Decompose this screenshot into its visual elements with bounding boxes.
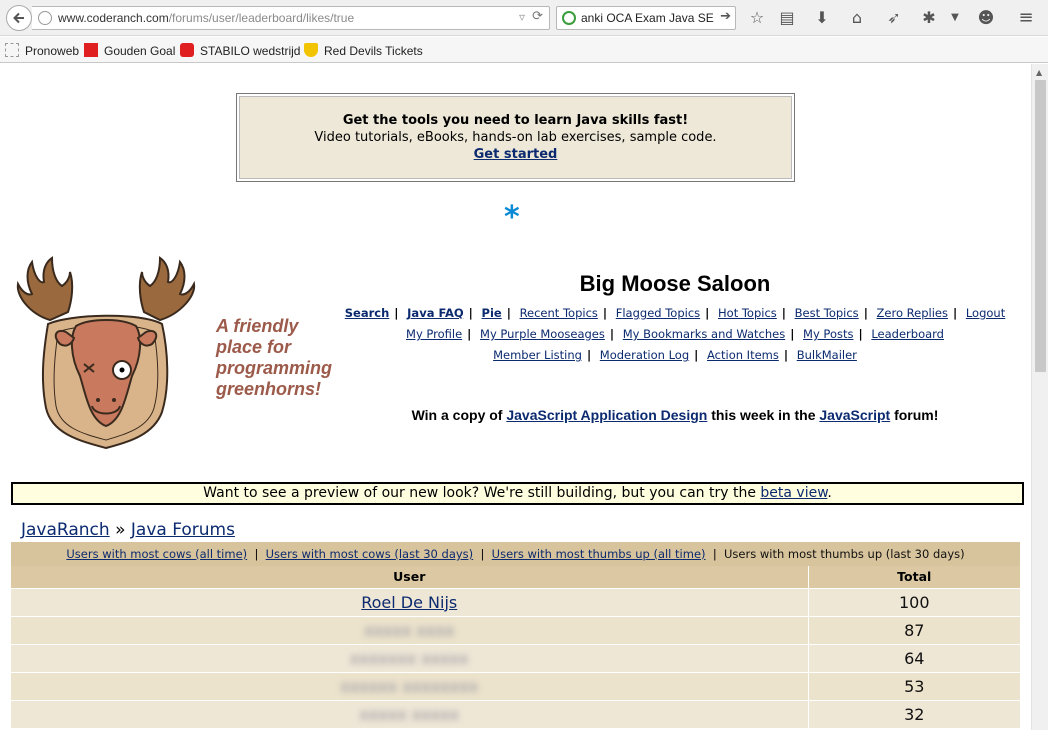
nav-java-faq[interactable]: Java FAQ <box>407 306 464 320</box>
site-tagline: A friendly place for programming greenho… <box>216 316 333 399</box>
nav-member-listing[interactable]: Member Listing <box>493 348 582 362</box>
hln-logo-icon <box>84 43 98 57</box>
nav-bulkmailer[interactable]: BulkMailer <box>797 348 857 362</box>
history-dropdown-icon[interactable]: ▿ <box>519 10 525 24</box>
back-arrow-icon <box>13 12 24 24</box>
url-bar[interactable]: www.coderanch.com/forums/user/leaderboar… <box>32 6 550 30</box>
reading-list-icon[interactable]: ▤ <box>776 7 798 29</box>
tab-most-cows-30-days[interactable]: Users with most cows (last 30 days) <box>266 547 474 561</box>
bookmark-star-icon[interactable]: ☆ <box>746 7 768 29</box>
scroll-up-icon[interactable]: ▲ <box>1036 68 1042 77</box>
user-link[interactable]: Roel De Nijs <box>361 593 457 612</box>
download-icon[interactable]: ⬇ <box>811 7 833 29</box>
breadcrumb: JavaRanch » Java Forums <box>21 520 235 540</box>
nav-moderation-log[interactable]: Moderation Log <box>600 348 689 362</box>
bookmarks-bar: Pronoweb Gouden Goal STABILO wedstrijd R… <box>0 37 1048 63</box>
beta-notice: Want to see a preview of our new look? W… <box>11 482 1024 505</box>
table-row: xxxxx xxxx 87 <box>11 615 1020 644</box>
site-title: Big Moose Saloon <box>579 271 771 296</box>
url-text: www.coderanch.com/forums/user/leaderboar… <box>58 11 355 25</box>
nav-row-1: Search | Java FAQ | Pie | Recent Topics | Fl… <box>344 306 1006 320</box>
search-engine-icon[interactable] <box>562 11 576 25</box>
breadcrumb-javaranch[interactable]: JavaRanch <box>21 520 110 540</box>
nav-recent-topics[interactable]: Recent Topics <box>520 306 598 320</box>
column-header-user: User <box>11 566 809 588</box>
browser-toolbar: www.coderanch.com/forums/user/leaderboar… <box>0 0 1048 36</box>
nav-my-purple-mooseages[interactable]: My Purple Mooseages <box>480 327 605 341</box>
nav-search[interactable]: Search <box>345 306 390 320</box>
reload-icon[interactable]: ⟳ <box>532 9 543 24</box>
leaderboard-table: User Total Roel De Nijs 100 xxxxx xxxx 8… <box>11 566 1020 728</box>
send-icon[interactable]: ➶ <box>883 7 905 29</box>
moose-logo[interactable] <box>10 236 203 461</box>
bookmark-red-devils[interactable]: Red Devils Tickets <box>304 43 423 58</box>
extension-icon[interactable]: ✱ <box>918 7 940 29</box>
leaderboard: Users with most cows (all time) | Users … <box>11 542 1020 728</box>
moose-head-icon <box>16 256 196 450</box>
nav-best-topics[interactable]: Best Topics <box>795 306 859 320</box>
nav-flagged-topics[interactable]: Flagged Topics <box>616 306 700 320</box>
total-value: 64 <box>808 643 1020 672</box>
nav-pie[interactable]: Pie <box>482 306 502 320</box>
nav-my-posts[interactable]: My Posts <box>803 327 853 341</box>
ad-headline: Get the tools you need to learn Java ski… <box>342 113 689 128</box>
ad-banner: Get the tools you need to learn Java ski… <box>236 93 795 182</box>
ad-body: Video tutorials, eBooks, hands-on lab ex… <box>314 130 717 145</box>
user-link-redacted[interactable]: xxxxx xxxx <box>364 621 454 640</box>
smiley-icon[interactable]: ☻ <box>975 7 997 29</box>
total-value: 53 <box>808 671 1020 700</box>
search-input[interactable]: anki OCA Exam Java SE - <box>581 11 715 25</box>
total-value: 32 <box>808 699 1020 728</box>
extension-menu-icon[interactable]: ▼ <box>944 7 966 29</box>
nav-leaderboard[interactable]: Leaderboard <box>871 327 944 341</box>
scroll-thumb[interactable] <box>1035 80 1046 372</box>
main-navigation: Search | Java FAQ | Pie | Recent Topics | Fl… <box>330 303 1020 366</box>
table-row: xxxxx xxxxx 32 <box>11 699 1020 728</box>
shield-icon <box>304 43 318 57</box>
vertical-scrollbar[interactable]: ▲ <box>1031 64 1048 730</box>
tab-most-cows-all-time[interactable]: Users with most cows (all time) <box>66 547 247 561</box>
asterisk-icon: * <box>504 200 520 235</box>
nav-row-3: Member Listing | Moderation Log | Action I… <box>493 348 857 362</box>
page-icon <box>5 43 19 57</box>
nav-logout[interactable]: Logout <box>966 306 1005 320</box>
bookmark-gouden-goal[interactable]: Gouden Goal <box>84 43 175 58</box>
promo-book-link[interactable]: JavaScript Application Design <box>506 407 707 423</box>
tab-most-thumbs-30-days: Users with most thumbs up (last 30 days) <box>724 547 965 561</box>
book-promo: Win a copy of JavaScript Application Des… <box>411 407 939 423</box>
nav-my-profile[interactable]: My Profile <box>406 327 462 341</box>
get-started-link[interactable]: Get started <box>474 147 558 162</box>
bookmark-stabilo[interactable]: STABILO wedstrijd <box>180 43 300 58</box>
search-bar[interactable]: anki OCA Exam Java SE - ➔ <box>556 6 736 30</box>
stabilo-icon <box>180 43 194 57</box>
home-icon[interactable]: ⌂ <box>846 7 868 29</box>
nav-action-items[interactable]: Action Items <box>707 348 779 362</box>
tab-most-thumbs-all-time[interactable]: Users with most thumbs up (all time) <box>492 547 706 561</box>
column-header-total: Total <box>808 566 1020 588</box>
user-link-redacted[interactable]: xxxxx xxxxx <box>359 705 459 724</box>
search-go-icon[interactable]: ➔ <box>720 9 731 24</box>
total-value: 100 <box>808 587 1020 616</box>
nav-zero-replies[interactable]: Zero Replies <box>877 306 948 320</box>
total-value: 87 <box>808 615 1020 644</box>
menu-icon[interactable]: ≡ <box>1015 7 1037 29</box>
nav-row-2: My Profile | My Purple Mooseages | My Book… <box>406 327 944 341</box>
breadcrumb-java-forums[interactable]: Java Forums <box>131 520 235 540</box>
bookmark-pronoweb[interactable]: Pronoweb <box>5 43 79 58</box>
user-link-redacted[interactable]: xxxxxx xxxxxxxx <box>340 677 478 696</box>
user-link-redacted[interactable]: xxxxxxx xxxxx <box>350 649 469 668</box>
leaderboard-tabs: Users with most cows (all time) | Users … <box>11 542 1020 566</box>
globe-icon <box>38 11 52 25</box>
table-row: xxxxxxx xxxxx 64 <box>11 643 1020 672</box>
nav-my-bookmarks[interactable]: My Bookmarks and Watches <box>623 327 785 341</box>
nav-hot-topics[interactable]: Hot Topics <box>718 306 777 320</box>
page-content: Get the tools you need to learn Java ski… <box>0 64 1031 730</box>
table-row: Roel De Nijs 100 <box>11 587 1020 616</box>
back-button[interactable] <box>6 5 32 31</box>
table-row: xxxxxx xxxxxxxx 53 <box>11 671 1020 700</box>
beta-view-link[interactable]: beta view <box>760 485 827 501</box>
promo-forum-link[interactable]: JavaScript <box>819 407 890 423</box>
